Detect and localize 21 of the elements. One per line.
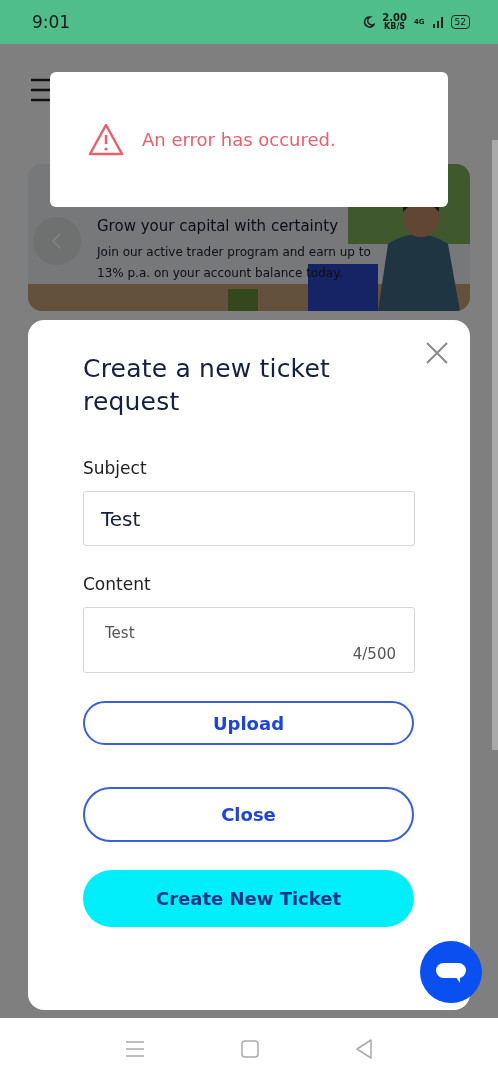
home-icon[interactable] [241,1040,259,1058]
warning-icon [88,122,124,157]
modal-title: Create a new ticket request [83,353,331,418]
outline-button[interactable]: Upload [83,701,414,745]
battery-level: 52 [450,15,470,29]
moon-icon [363,16,376,28]
input-field[interactable]: Test [83,491,415,546]
field-label: Subject [83,458,148,478]
banner-headline: Grow your capital with certainty [97,216,339,236]
network-speed: 2.00 [382,13,407,23]
field-label: Content [83,574,152,594]
clock-time: 9:01 [32,12,72,32]
signal-icon [431,16,444,28]
back-icon[interactable] [355,1039,373,1059]
speed-unit: KB/S [384,23,406,31]
error-message: An error has occured. [142,129,336,150]
create-button[interactable]: Create New Ticket [83,870,414,927]
chat-button[interactable] [420,941,482,1003]
close-icon[interactable] [426,342,448,364]
character-counter: 4/500 [352,645,396,663]
outline-button[interactable]: Close [83,787,414,842]
